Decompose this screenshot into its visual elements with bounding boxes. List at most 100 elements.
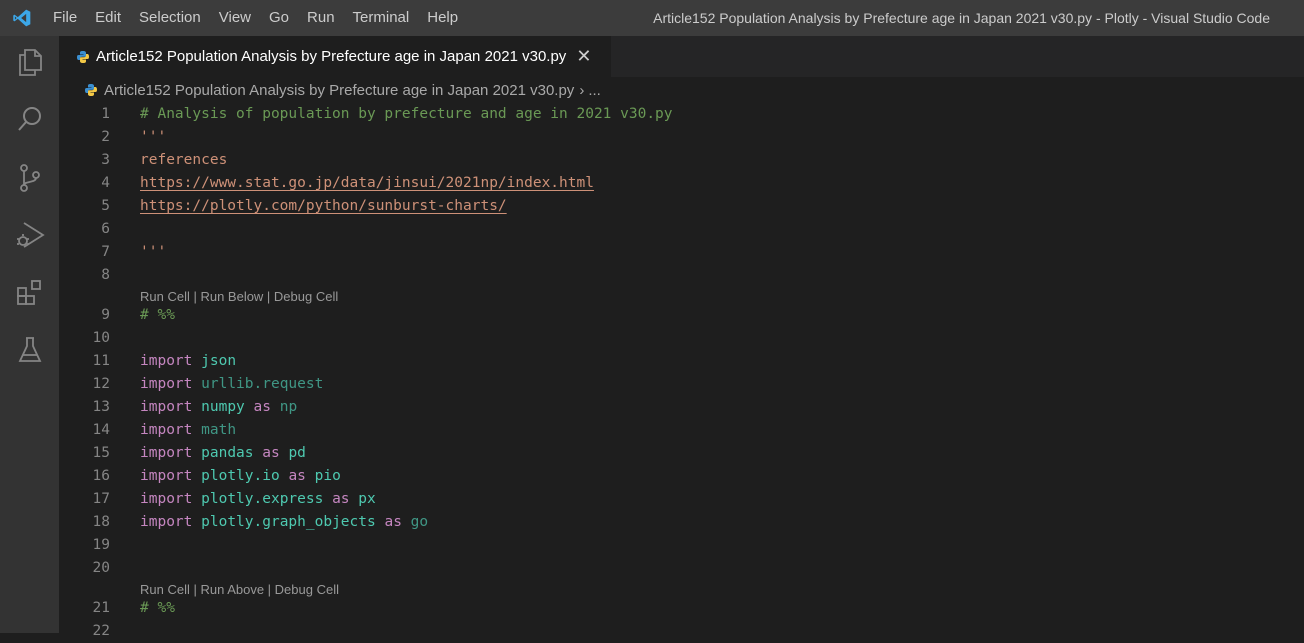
module-name: numpy <box>201 399 245 415</box>
code-line: 8 <box>59 264 1304 287</box>
code-line: 16 import plotly.io as pio <box>59 465 1304 488</box>
code-line: 5 https://plotly.com/python/sunburst-cha… <box>59 195 1304 218</box>
close-icon[interactable]: ✕ <box>576 46 591 67</box>
breadcrumb-file[interactable]: Article152 Population Analysis by Prefec… <box>104 82 574 99</box>
code-text[interactable]: # %% <box>140 304 175 327</box>
breadcrumb-more[interactable]: ... <box>588 82 601 99</box>
keyword: as <box>332 491 350 507</box>
line-number: 14 <box>92 422 110 438</box>
tab-active-file[interactable]: Article152 Population Analysis by Prefec… <box>59 36 611 77</box>
vscode-logo-icon[interactable] <box>0 0 44 36</box>
code-line: 20 <box>59 557 1304 580</box>
module-alias: np <box>279 399 298 415</box>
code-line: 3 references <box>59 149 1304 172</box>
code-line: 10 <box>59 327 1304 350</box>
tab-label: Article152 Population Analysis by Prefec… <box>96 48 567 65</box>
url-link[interactable]: https://plotly.com/python/sunburst-chart… <box>140 195 507 218</box>
code-text[interactable]: import urllib.request <box>140 373 323 396</box>
code-line: 22 <box>59 620 1304 643</box>
explorer-icon[interactable] <box>13 45 47 79</box>
module-alias: px <box>358 491 376 507</box>
source-control-icon[interactable] <box>13 161 47 195</box>
menu-file[interactable]: File <box>44 0 86 36</box>
line-number: 17 <box>92 491 110 507</box>
code-text[interactable]: ''' <box>140 126 166 149</box>
keyword: import <box>140 422 193 438</box>
line-number: 10 <box>92 330 110 346</box>
menu-run[interactable]: Run <box>298 0 344 36</box>
chevron-right-icon: › <box>579 81 585 99</box>
code-line: 9 # %% <box>59 304 1304 327</box>
title-bar: File Edit Selection View Go Run Terminal… <box>0 0 1304 36</box>
code-text[interactable]: import math <box>140 419 236 442</box>
code-line: 14 import math <box>59 419 1304 442</box>
menu-help[interactable]: Help <box>418 0 467 36</box>
menu-go[interactable]: Go <box>260 0 298 36</box>
line-number: 19 <box>92 537 110 553</box>
testing-icon[interactable] <box>13 333 47 367</box>
menu-bar: File Edit Selection View Go Run Terminal… <box>44 0 467 36</box>
code-line: 2 ''' <box>59 126 1304 149</box>
keyword: as <box>262 445 280 461</box>
url-link[interactable]: https://www.stat.go.jp/data/jinsui/2021n… <box>140 172 594 195</box>
line-number: 3 <box>101 152 110 168</box>
line-number: 13 <box>92 399 110 415</box>
code-text[interactable]: import plotly.io as pio <box>140 465 341 488</box>
module-alias: go <box>410 514 429 530</box>
line-number: 2 <box>101 129 110 145</box>
code-line: 7 ''' <box>59 241 1304 264</box>
keyword: as <box>253 399 271 415</box>
run-debug-icon[interactable] <box>13 218 47 252</box>
python-file-icon <box>76 50 90 64</box>
code-text[interactable]: import plotly.graph_objects as go <box>140 511 428 534</box>
module-name: math <box>201 422 237 438</box>
module-name: urllib.request <box>201 376 324 392</box>
menu-terminal[interactable]: Terminal <box>344 0 419 36</box>
module-alias: pd <box>288 445 306 461</box>
keyword: import <box>140 399 193 415</box>
keyword: as <box>384 514 402 530</box>
code-text[interactable]: # %% <box>140 597 175 620</box>
line-number: 5 <box>101 198 110 214</box>
code-text[interactable]: ''' <box>140 241 166 264</box>
code-text[interactable]: import pandas as pd <box>140 442 306 465</box>
keyword: import <box>140 376 193 392</box>
breadcrumb: Article152 Population Analysis by Prefec… <box>59 77 1304 103</box>
activity-bar <box>0 36 59 633</box>
code-text[interactable]: # Analysis of population by prefecture a… <box>140 103 673 126</box>
search-icon[interactable] <box>13 102 47 136</box>
code-line: 17 import plotly.express as px <box>59 488 1304 511</box>
line-number: 1 <box>101 106 110 122</box>
menu-selection[interactable]: Selection <box>130 0 210 36</box>
code-text[interactable]: import plotly.express as px <box>140 488 376 511</box>
keyword: import <box>140 491 193 507</box>
menu-view[interactable]: View <box>210 0 260 36</box>
extensions-icon[interactable] <box>13 276 47 310</box>
code-line: 6 <box>59 218 1304 241</box>
tab-bar: Article152 Population Analysis by Prefec… <box>59 36 1304 77</box>
module-name: pandas <box>201 445 254 461</box>
code-text[interactable]: references <box>140 149 227 172</box>
line-number: 20 <box>92 560 110 576</box>
code-editor[interactable]: 1 # Analysis of population by prefecture… <box>59 103 1304 639</box>
line-number: 9 <box>101 307 110 323</box>
code-text[interactable]: import json <box>140 350 236 373</box>
line-number: 8 <box>101 267 110 283</box>
menu-edit[interactable]: Edit <box>86 0 130 36</box>
keyword: import <box>140 353 193 369</box>
code-text[interactable]: import numpy as np <box>140 396 297 419</box>
line-number: 6 <box>101 221 110 237</box>
code-line: 21 # %% <box>59 597 1304 620</box>
module-name: plotly.express <box>201 491 324 507</box>
window-title: Article152 Population Analysis by Prefec… <box>653 10 1270 26</box>
code-line: 1 # Analysis of population by prefecture… <box>59 103 1304 126</box>
code-line: 4 https://www.stat.go.jp/data/jinsui/202… <box>59 172 1304 195</box>
keyword: import <box>140 445 193 461</box>
keyword: import <box>140 468 193 484</box>
line-number: 16 <box>92 468 110 484</box>
line-number: 22 <box>92 623 110 639</box>
module-name: json <box>201 353 237 369</box>
keyword: as <box>288 468 306 484</box>
line-number: 15 <box>92 445 110 461</box>
line-number: 21 <box>92 600 110 616</box>
